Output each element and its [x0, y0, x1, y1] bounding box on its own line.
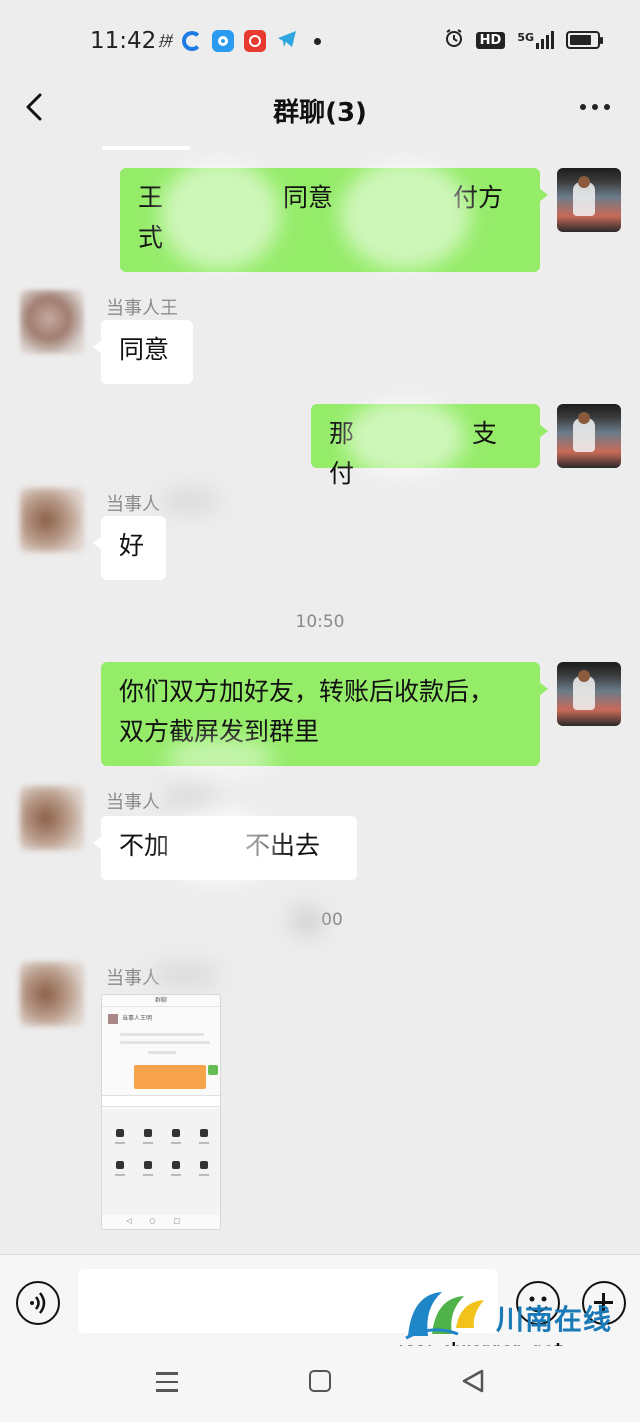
voice-input-icon[interactable] [16, 1281, 60, 1325]
telegram-icon [276, 28, 298, 54]
recent-apps-icon[interactable] [156, 1372, 178, 1392]
redaction-blur [165, 806, 275, 886]
signal-icon: 5G [517, 31, 554, 49]
previous-message-edge [102, 146, 190, 150]
message-text: 好 [119, 531, 145, 560]
message-text: 同意 [119, 335, 170, 364]
battery-icon [566, 31, 603, 49]
thumb-header: 群聊 [102, 995, 220, 1007]
hd-badge: HD [475, 31, 506, 49]
more-options-icon[interactable] [580, 104, 610, 110]
watermark-name: 川南在线 [496, 1303, 613, 1336]
thumb-panel [102, 1109, 220, 1215]
app-circle-icon [212, 30, 234, 52]
thumb-transfer-card [134, 1065, 206, 1089]
chat-header: 群聊(3) [0, 84, 640, 134]
watermark-logo [405, 1292, 484, 1340]
thumb-line [148, 1051, 176, 1054]
contact-avatar[interactable] [20, 962, 84, 1026]
contact-avatar[interactable] [20, 786, 84, 850]
contact-avatar[interactable] [20, 488, 84, 552]
my-avatar[interactable] [557, 662, 621, 726]
redaction-blur [165, 738, 275, 778]
thumb-nav: ◁○□ [125, 1217, 199, 1225]
redaction-blur [340, 160, 470, 270]
sender-name: 当事人 [106, 792, 160, 813]
thumb-avatar [208, 1065, 218, 1075]
redaction-blur [345, 398, 465, 478]
thumb-input [102, 1095, 220, 1107]
more-notifications-dot [314, 37, 321, 45]
notification-icons: 拼 [158, 28, 321, 54]
my-avatar[interactable] [557, 404, 621, 468]
redaction-blur [150, 962, 220, 988]
redaction-blur [180, 290, 250, 320]
thumb-line [120, 1033, 204, 1036]
message-text: 你们双方加好友，转账后收款后， [119, 677, 495, 706]
contact-avatar[interactable] [20, 290, 84, 354]
message-bubble-mine[interactable]: 你们双方加好友，转账后收款后， 双方截屏发到群里 [101, 662, 548, 766]
sender-name: 当事人王 [106, 298, 178, 319]
message-bubble-other[interactable]: 好 [93, 516, 166, 580]
message-text: 式 [138, 223, 164, 252]
netease-music-icon [244, 30, 266, 52]
message-bubble-other[interactable]: 同意 [93, 320, 193, 384]
sender-name: 当事人 [106, 494, 160, 515]
redaction-blur [160, 488, 220, 514]
message-text: 同意 [283, 183, 334, 212]
image-message-thumbnail[interactable]: 群聊 当事人王明 ◁○□ [101, 994, 221, 1230]
thumb-contact: 当事人王明 [108, 1013, 216, 1025]
message-text: 王 [138, 183, 164, 212]
status-bar: 11:42 拼 HD 5G [0, 0, 640, 84]
chat-timestamp: 10:50 [295, 612, 345, 632]
network-type: 5G [517, 31, 534, 44]
app-ring-icon [182, 31, 202, 51]
redaction-blur [160, 160, 280, 270]
status-time: 11:42 [90, 28, 157, 54]
home-icon[interactable] [309, 1370, 331, 1392]
message-text: 不加 [119, 831, 170, 860]
chat-title: 群聊(3) [273, 98, 367, 128]
thumb-line [120, 1041, 210, 1044]
pinyin-icon: 拼 [158, 34, 172, 50]
alarm-icon [444, 28, 464, 52]
system-navigation-bar [0, 1346, 640, 1422]
system-back-icon[interactable] [460, 1368, 486, 1398]
status-indicators: HD 5G [444, 28, 603, 52]
my-avatar[interactable] [557, 168, 621, 232]
redaction-blur [290, 906, 324, 936]
